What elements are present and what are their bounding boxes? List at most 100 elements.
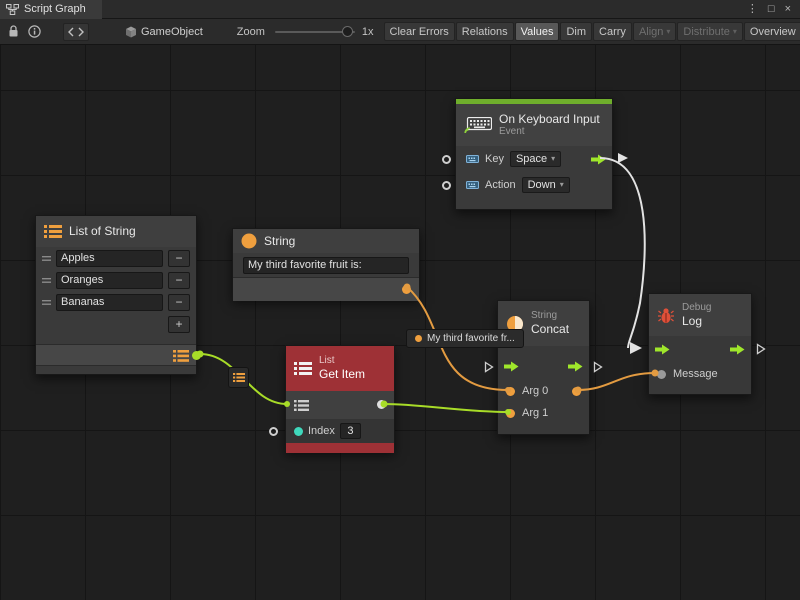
node-get-item[interactable]: List Get Item Index 3 xyxy=(285,345,395,452)
node-category: Debug xyxy=(682,302,711,314)
badge-text: My third favorite fr... xyxy=(427,333,515,344)
drag-handle-icon[interactable] xyxy=(42,299,51,306)
list-output-port[interactable] xyxy=(192,351,201,360)
node-concat[interactable]: String Concat Arg 0 Arg 1 xyxy=(497,300,590,435)
arg1-port[interactable] xyxy=(506,409,515,418)
action-label: Action xyxy=(485,179,516,191)
flow-input-port[interactable] xyxy=(655,344,670,355)
node-category: List xyxy=(319,355,365,367)
remove-item-button[interactable]: − xyxy=(168,294,190,311)
graph-canvas[interactable]: On Keyboard Input Event Key Space ▾ Acti… xyxy=(0,45,800,600)
distribute-label: Distribute xyxy=(683,26,729,38)
flow-output-port[interactable] xyxy=(568,361,583,372)
add-item-button[interactable]: + xyxy=(168,316,190,333)
node-category: String xyxy=(531,310,569,322)
code-view-button[interactable] xyxy=(63,23,89,41)
values-button[interactable]: Values xyxy=(515,22,560,41)
index-row: Index 3 xyxy=(286,419,394,443)
flow-wire-arrow-icon xyxy=(618,153,628,163)
align-button[interactable]: Align▾ xyxy=(633,22,676,41)
lock-icon[interactable] xyxy=(8,25,19,38)
node-title: String xyxy=(264,234,295,248)
add-item-row: + xyxy=(36,313,196,335)
remove-item-button[interactable]: − xyxy=(168,250,190,267)
flow-output-port[interactable] xyxy=(591,154,606,165)
list-input-icon[interactable] xyxy=(294,400,309,411)
key-value: Space xyxy=(516,153,547,165)
dim-button[interactable]: Dim xyxy=(560,22,592,41)
clear-errors-label: Clear Errors xyxy=(390,26,449,38)
string-output-port[interactable] xyxy=(402,285,411,294)
index-port-ring[interactable] xyxy=(269,427,278,436)
action-dropdown[interactable]: Down ▾ xyxy=(522,177,570,193)
flow-input-port[interactable] xyxy=(504,361,519,372)
zoom-value: 1x xyxy=(362,26,374,38)
node-string-literal[interactable]: String My third favorite fruit is: xyxy=(232,228,420,300)
carry-label: Carry xyxy=(599,26,626,38)
action-port-ring[interactable] xyxy=(442,181,451,190)
carry-button[interactable]: Carry xyxy=(593,22,632,41)
drag-handle-icon[interactable] xyxy=(42,255,51,262)
list-output-row xyxy=(36,344,196,366)
message-label: Message xyxy=(673,368,718,380)
list-item-input[interactable]: Apples xyxy=(56,250,163,267)
arg0-label: Arg 0 xyxy=(522,385,548,397)
list-item-row: Apples − xyxy=(36,247,196,269)
caret-down-icon: ▾ xyxy=(560,181,564,189)
relations-button[interactable]: Relations xyxy=(456,22,514,41)
key-port-ring[interactable] xyxy=(442,155,451,164)
list-item-row: Oranges − xyxy=(36,269,196,291)
list-output-icon[interactable] xyxy=(173,350,189,362)
wire-getitem-to-concat xyxy=(384,404,508,412)
node-subtitle: Event xyxy=(499,126,600,138)
list-input-row xyxy=(286,391,394,419)
values-label: Values xyxy=(521,26,554,38)
window-menu-button[interactable]: ⋮ xyxy=(747,4,758,15)
node-title: Log xyxy=(682,314,711,328)
flow-wire-arrowhead-icon xyxy=(630,342,642,354)
node-list-of-string[interactable]: List of String Apples − Oranges − Banana… xyxy=(35,215,197,375)
remove-item-button[interactable]: − xyxy=(168,272,190,289)
caret-down-icon: ▾ xyxy=(551,155,555,163)
list-icon xyxy=(233,373,245,382)
zoom-label: Zoom xyxy=(237,26,265,38)
maximize-button[interactable]: □ xyxy=(768,4,775,15)
flow-in-indicator-icon xyxy=(484,361,494,373)
graph-toolbar: GameObject Zoom 1x Clear Errors Relation… xyxy=(0,19,800,45)
close-button[interactable]: × xyxy=(785,4,791,15)
key-label: Key xyxy=(485,153,504,165)
action-type-icon xyxy=(466,180,479,190)
relations-label: Relations xyxy=(462,26,508,38)
info-icon[interactable] xyxy=(28,25,41,38)
gameobject-selector[interactable]: GameObject xyxy=(125,26,203,38)
node-on-keyboard-input[interactable]: On Keyboard Input Event Key Space ▾ Acti… xyxy=(455,98,613,210)
string-input[interactable]: My third favorite fruit is: xyxy=(243,257,409,274)
index-port[interactable] xyxy=(294,427,303,436)
caret-down-icon: ▾ xyxy=(733,28,737,36)
zoom-slider[interactable] xyxy=(275,25,355,39)
clear-errors-button[interactable]: Clear Errors xyxy=(384,22,455,41)
arg0-port[interactable] xyxy=(506,387,515,396)
node-log[interactable]: Debug Log Message xyxy=(648,293,752,395)
zoom-slider-handle[interactable] xyxy=(342,26,353,37)
index-input[interactable]: 3 xyxy=(340,423,361,439)
flow-output-port[interactable] xyxy=(730,344,745,355)
flow-out-indicator-icon xyxy=(756,343,766,355)
node-title: On Keyboard Input xyxy=(499,112,600,126)
window-controls: ⋮ □ × xyxy=(747,4,800,15)
key-row: Key Space ▾ xyxy=(456,146,612,172)
arg1-label: Arg 1 xyxy=(522,407,548,419)
tab-script-graph[interactable]: Script Graph xyxy=(0,0,102,19)
message-port[interactable] xyxy=(657,370,666,379)
list-item-row: Bananas − xyxy=(36,291,196,313)
drag-handle-icon[interactable] xyxy=(42,277,51,284)
overview-button[interactable]: Overview xyxy=(744,22,800,41)
code-icon xyxy=(68,27,84,37)
list-item-input[interactable]: Oranges xyxy=(56,272,163,289)
list-item-input[interactable]: Bananas xyxy=(56,294,163,311)
key-dropdown[interactable]: Space ▾ xyxy=(510,151,561,167)
item-output-port[interactable] xyxy=(377,400,386,409)
distribute-button[interactable]: Distribute ▾ xyxy=(677,22,742,41)
dim-label: Dim xyxy=(566,26,586,38)
result-output-port[interactable] xyxy=(572,387,581,396)
